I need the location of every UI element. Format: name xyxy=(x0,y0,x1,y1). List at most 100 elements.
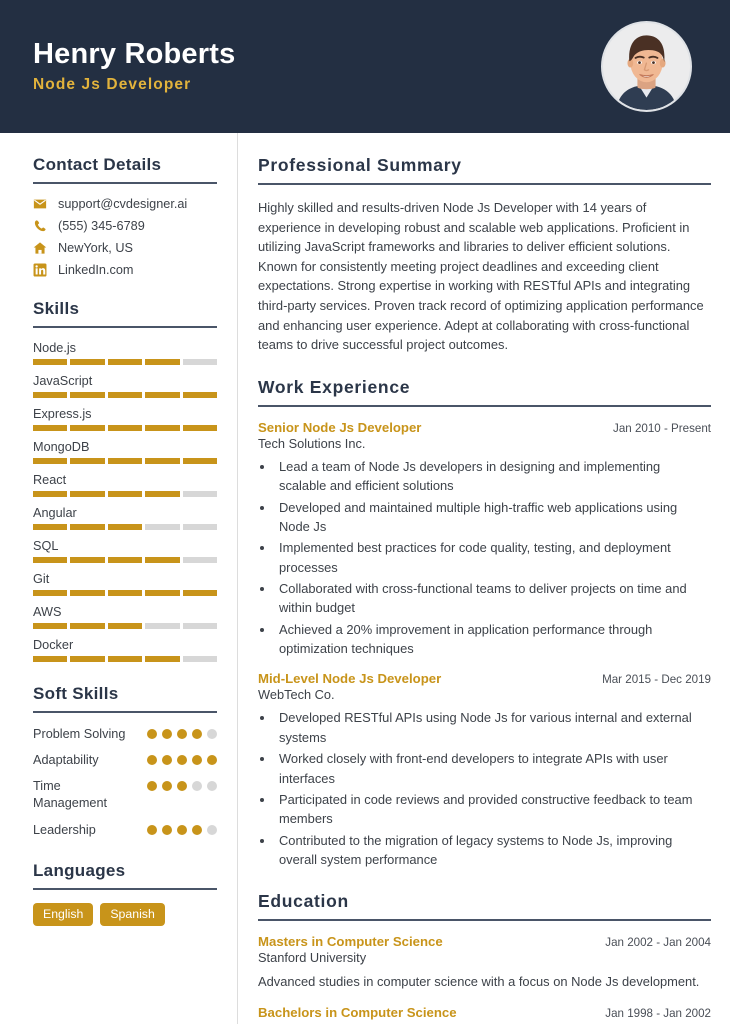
education-entry-degree: Bachelors in Computer Science xyxy=(258,1004,457,1020)
rating-dot xyxy=(162,824,172,835)
section-contact-details: Contact Details support@cvdesigner.ai (5… xyxy=(33,155,217,277)
work-entry-company: WebTech Co. xyxy=(258,687,335,703)
contact-item-email[interactable]: support@cvdesigner.ai xyxy=(33,197,217,211)
skill-item: Node.js xyxy=(33,341,218,365)
rating-dot xyxy=(207,781,217,792)
contact-value-location: NewYork, US xyxy=(58,241,133,255)
skill-name: Git xyxy=(33,572,50,586)
section-title-contact: Contact Details xyxy=(33,155,162,174)
skill-item: SQL xyxy=(33,539,218,563)
education-entry-list: Masters in Computer Science Jan 2002 - Ja… xyxy=(258,934,711,1024)
skill-segment xyxy=(70,656,105,662)
skill-segment xyxy=(145,491,180,497)
rating-dot xyxy=(177,781,187,792)
rating-dot xyxy=(147,729,157,739)
skill-level-bar xyxy=(33,392,218,398)
skill-segment xyxy=(107,458,143,464)
skill-segment xyxy=(182,359,218,365)
skill-item: Git xyxy=(33,572,218,596)
work-entry-bullets: Lead a team of Node Js developers in des… xyxy=(275,457,711,659)
skill-segment xyxy=(145,524,180,530)
skill-segment xyxy=(107,623,143,629)
page-title: Henry Roberts xyxy=(33,37,236,70)
section-education: Education Masters in Computer Science Jan… xyxy=(258,891,711,1024)
skills-list: Node.js JavaScript Express.js MongoDB React A… xyxy=(33,341,218,662)
skill-segment xyxy=(70,623,105,629)
resume-page: Henry Roberts Node Js Developer Contact … xyxy=(0,0,730,1024)
skill-segment xyxy=(182,491,218,497)
contact-item-location[interactable]: NewYork, US xyxy=(33,241,217,255)
education-entry-header: Masters in Computer Science Jan 2002 - Ja… xyxy=(258,934,711,949)
skill-segment xyxy=(145,590,180,596)
rating-dot xyxy=(207,824,217,835)
work-entry-role: Senior Node Js Developer xyxy=(258,419,422,435)
skill-segment xyxy=(182,425,218,431)
education-entry-date: Jan 1998 - Jan 2002 xyxy=(605,1006,711,1020)
rating-dot xyxy=(177,729,187,739)
soft-skill-rating xyxy=(147,726,217,739)
skill-segment xyxy=(33,458,68,464)
skill-level-bar xyxy=(33,491,218,497)
section-title-languages: Languages xyxy=(33,860,126,880)
work-entry-header: Mid-Level Node Js Developer Mar 2015 - De… xyxy=(258,671,711,686)
soft-skill-name: Time Management xyxy=(33,779,108,811)
skill-segment xyxy=(145,458,180,464)
skill-segment xyxy=(70,392,105,398)
language-chip: Spanish xyxy=(100,902,165,926)
skill-segment xyxy=(107,656,143,662)
skill-segment xyxy=(107,590,143,596)
rating-dot xyxy=(147,755,157,766)
contact-list: support@cvdesigner.ai (555) 345-6789 New… xyxy=(33,197,217,277)
rating-dot xyxy=(207,755,217,766)
skill-level-bar xyxy=(33,425,218,431)
skill-item: MongoDB xyxy=(33,440,218,464)
soft-skill-name: Adaptability xyxy=(33,753,99,768)
bullet-item: Developed RESTful APIs using Node Js for… xyxy=(275,708,711,747)
skill-segment xyxy=(182,656,218,662)
skill-name: JavaScript xyxy=(33,374,93,388)
education-entry-description: Advanced studies in computer science wit… xyxy=(258,974,700,990)
sidebar: Contact Details support@cvdesigner.ai (5… xyxy=(0,133,238,1024)
skill-segment xyxy=(33,359,68,365)
skill-name: React xyxy=(33,473,67,487)
education-entry: Bachelors in Computer Science Jan 1998 - … xyxy=(258,1005,711,1024)
education-entry-header: Bachelors in Computer Science Jan 1998 - … xyxy=(258,1005,711,1020)
soft-skill-item: Adaptability xyxy=(33,752,217,769)
skill-segment xyxy=(107,557,143,563)
soft-skills-list: Problem Solving Adaptability Time Manageme… xyxy=(33,726,217,839)
work-entry-list: Senior Node Js Developer Jan 2010 - Prese… xyxy=(258,420,711,869)
section-title-skills: Skills xyxy=(33,299,80,318)
rating-dot xyxy=(177,755,187,766)
bullet-item: Collaborated with cross-functional teams… xyxy=(275,579,711,618)
skill-segment xyxy=(107,524,143,530)
skill-segment xyxy=(145,656,180,662)
contact-item-linkedin[interactable]: LinkedIn.com xyxy=(33,263,217,277)
contact-value-phone: (555) 345-6789 xyxy=(58,219,145,233)
section-soft-skills: Soft Skills Problem Solving Adaptability T… xyxy=(33,684,217,839)
rating-dot xyxy=(162,781,172,792)
section-title-education: Education xyxy=(258,891,349,912)
rating-dot xyxy=(192,729,202,739)
skill-segment xyxy=(70,524,105,530)
soft-skill-item: Leadership xyxy=(33,822,217,839)
education-entry: Masters in Computer Science Jan 2002 - Ja… xyxy=(258,934,711,991)
skill-segment xyxy=(182,458,218,464)
skill-segment xyxy=(145,392,180,398)
language-chip: English xyxy=(33,902,94,926)
skill-level-bar xyxy=(33,656,218,662)
skill-name: SQL xyxy=(33,539,59,553)
soft-skill-name: Leadership xyxy=(33,822,96,837)
soft-skill-rating xyxy=(147,822,217,835)
education-entry-school: Stanford University xyxy=(258,950,367,966)
bullet-item: Implemented best practices for code qual… xyxy=(275,538,711,577)
soft-skill-item: Problem Solving xyxy=(33,726,217,743)
skill-segment xyxy=(70,557,105,563)
job-title: Node Js Developer xyxy=(33,76,192,94)
profile-photo-icon xyxy=(603,23,690,110)
skill-segment xyxy=(33,425,68,431)
contact-item-phone[interactable]: (555) 345-6789 xyxy=(33,219,217,233)
skill-segment xyxy=(145,557,180,563)
rating-dot xyxy=(192,755,202,766)
education-entry-date: Jan 2002 - Jan 2004 xyxy=(605,936,711,950)
bullet-item: Achieved a 20% improvement in applicatio… xyxy=(275,620,711,659)
